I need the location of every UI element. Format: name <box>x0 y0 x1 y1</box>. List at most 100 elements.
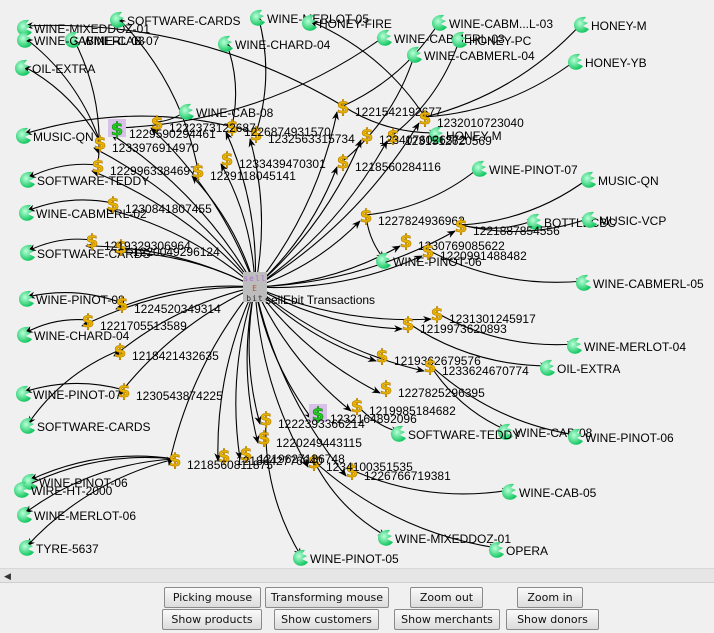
transaction-id-label: 1218560284116 <box>355 160 441 174</box>
product-node[interactable]: WINE-MERLOT-04 <box>567 337 686 354</box>
transaction-id-label: 1227824936962 <box>378 214 465 228</box>
dollar-icon: $ <box>192 161 205 182</box>
zoom-out-button[interactable]: Zoom out <box>410 587 483 608</box>
zoom-in-button[interactable]: Zoom in <box>517 587 583 608</box>
product-icon <box>20 417 35 434</box>
transaction-id-label: 1219329306964 <box>104 239 191 253</box>
product-node[interactable]: WINE-MIXEDDOZ-01 <box>378 529 511 546</box>
product-label: MUSIC-QN <box>598 174 659 188</box>
transaction-node[interactable]: $1227825296395 <box>379 378 485 400</box>
product-node[interactable]: WINE-CABMERL-03 <box>17 31 145 48</box>
transaction-id-label: 1220991488482 <box>440 249 527 263</box>
product-icon <box>567 337 582 354</box>
product-node[interactable]: SOFTWARE-TEDDY <box>391 425 520 442</box>
product-label: HONEY-FIRE <box>319 17 392 31</box>
product-node[interactable]: WINE-CABMERL-04 <box>407 46 535 63</box>
transaction-id-label: 1227825296395 <box>398 386 485 400</box>
transaction-graph[interactable]: WINE-MIXEDDOZ-01 SOFTWARE-CARDS WINE-CAB-0… <box>0 0 714 568</box>
dollar-icon: $ <box>116 294 129 315</box>
product-node[interactable]: WINE-CABM...L-03 <box>432 14 553 31</box>
product-icon <box>179 103 194 120</box>
product-node[interactable]: WINE-PINOT-05 <box>293 549 399 566</box>
product-icon <box>540 359 555 376</box>
product-label: WINE-PINOT-07 <box>489 163 578 177</box>
root-label: sellEbit Transactions <box>265 293 375 307</box>
transaction-node[interactable]: $1220249443115 <box>257 428 362 450</box>
transaction-id-label: 1230841807455 <box>125 202 212 216</box>
dollar-icon: $ <box>118 381 131 402</box>
root-node[interactable]: sellEbit sellEbit Transactions <box>243 272 375 307</box>
product-icon <box>16 127 31 144</box>
product-label: OIL-EXTRA <box>32 62 95 76</box>
transaction-id-label: 1230543874225 <box>136 389 223 403</box>
product-label: MUSIC-VCP <box>599 214 666 228</box>
transaction-id-label: 1219973620893 <box>420 322 507 336</box>
transforming-mouse-button[interactable]: Transforming mouse <box>265 587 389 608</box>
scroll-left-icon[interactable]: ◀ <box>4 571 11 582</box>
dollar-icon: $ <box>422 241 435 262</box>
dollar-icon: $ <box>221 149 234 170</box>
product-label: TYRE-5637 <box>36 542 99 556</box>
product-node[interactable]: MUSIC-QN <box>16 127 94 144</box>
product-node[interactable]: MUSIC-QN <box>581 171 659 188</box>
product-node[interactable]: HONEY-M <box>574 16 647 33</box>
product-icon <box>581 171 596 188</box>
transaction-node[interactable]: $1218560284116 <box>336 152 441 174</box>
product-label: MUSIC-QN <box>33 130 94 144</box>
graph-canvas[interactable]: WINE-MIXEDDOZ-01 SOFTWARE-CARDS WINE-CAB-0… <box>0 0 714 568</box>
product-node[interactable]: SOFTWARE-CARDS <box>20 417 151 434</box>
logo-text: bit <box>246 294 263 303</box>
product-node[interactable]: HONEY-YB <box>568 53 647 70</box>
transaction-id-label: 1232010723040 <box>437 116 524 130</box>
transaction-node[interactable]: $1230543874225 <box>117 381 223 403</box>
show-donors-button[interactable]: Show donors <box>506 609 599 630</box>
product-icon <box>17 326 32 343</box>
transaction-id-label: 1220249443115 <box>276 436 362 450</box>
product-icon <box>218 35 233 52</box>
transaction-node[interactable]: $1224520349314 <box>115 294 221 316</box>
product-node[interactable]: OIL-EXTRA <box>540 359 620 376</box>
product-icon <box>19 290 34 307</box>
horizontal-scrollbar[interactable]: ◀ <box>0 568 714 583</box>
dollar-icon: $ <box>402 314 415 335</box>
product-label: SOFTWARE-TEDDY <box>408 428 520 442</box>
dollar-icon: $ <box>169 450 182 471</box>
product-label: OIL-EXTRA <box>557 362 620 376</box>
dollar-icon: $ <box>360 206 373 227</box>
show-customers-button[interactable]: Show customers <box>274 609 379 630</box>
picking-mouse-button[interactable]: Picking mouse <box>164 587 261 608</box>
product-node[interactable]: WINE-CAB-05 <box>502 483 597 500</box>
show-merchants-button[interactable]: Show merchants <box>394 609 500 630</box>
transaction-id-label: 1229118045141 <box>210 169 296 183</box>
product-node[interactable]: WINE-CABMERL-05 <box>576 274 704 291</box>
transaction-id-label: 1218560811875 <box>187 458 273 472</box>
product-label: WINE-PINOT-07 <box>33 388 122 402</box>
dollar-icon: $ <box>82 311 95 332</box>
transaction-id-label: 1229963384697 <box>110 164 197 178</box>
dollar-icon: $ <box>86 231 99 252</box>
product-node[interactable]: OPERA <box>489 541 548 558</box>
product-icon <box>432 14 447 31</box>
product-node[interactable]: WINE-PINOT-07 <box>472 160 578 177</box>
product-label: WINE-CABMERL-05 <box>593 277 704 291</box>
product-label: HONEY-PC <box>469 34 532 48</box>
product-label: WINE-CABM...L-03 <box>449 17 553 31</box>
product-node[interactable]: WINE-MERLOT-06 <box>17 506 136 523</box>
product-icon <box>502 483 517 500</box>
transaction-node[interactable]: $1227824936962 <box>359 206 465 228</box>
dollar-icon: $ <box>361 125 374 146</box>
transaction-id-label: 1221887854556 <box>473 224 560 238</box>
logo-text: sell <box>243 274 266 283</box>
edge-root-to-transaction <box>214 286 256 462</box>
dollar-icon: $ <box>258 428 271 449</box>
product-node[interactable]: SOFTWARE-CARDS <box>110 11 241 28</box>
product-node[interactable]: WINE-CHARD-04 <box>218 35 331 52</box>
transaction-id-label: 1226874931570 <box>244 125 331 139</box>
product-node[interactable]: WINE-PINOT-08 <box>19 290 125 307</box>
product-icon <box>16 385 31 402</box>
edge-transaction-to-product <box>24 37 101 143</box>
show-products-button[interactable]: Show products <box>162 609 262 630</box>
transaction-id-label: 1218421432635 <box>132 349 219 363</box>
dollar-icon: $ <box>94 133 107 154</box>
product-node[interactable]: WINE-PINOT-07 <box>16 385 122 402</box>
